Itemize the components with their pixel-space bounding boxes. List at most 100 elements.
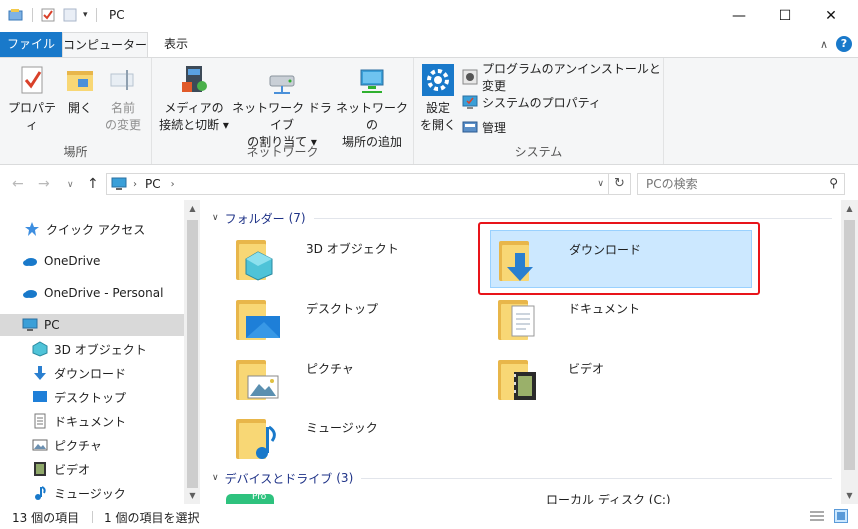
scroll-up-arrow-icon[interactable]: ▲ bbox=[841, 204, 858, 213]
address-box[interactable]: › PC › ∨ bbox=[106, 173, 609, 195]
folder-tile-pictures[interactable]: ピクチャ bbox=[228, 350, 490, 408]
group-count: (3) bbox=[336, 471, 354, 485]
group-header-devices[interactable]: ∨ デバイスとドライブ (3) bbox=[212, 469, 832, 487]
collapse-chevron-icon[interactable]: ∨ bbox=[212, 473, 219, 483]
3d-objects-folder-icon bbox=[234, 234, 282, 282]
nav-item-desktop[interactable]: デスクトップ bbox=[0, 386, 184, 408]
group-title: フォルダー bbox=[224, 211, 285, 226]
ribbon-group-system: 設定 を開く プログラムのアンインストールと変更 システムのプロパティ 管理 シ… bbox=[414, 58, 664, 164]
large-icons-view-icon[interactable] bbox=[834, 509, 848, 526]
content-scrollbar[interactable]: ▲ ▼ bbox=[841, 200, 858, 504]
explorer-app-icon[interactable] bbox=[8, 8, 24, 22]
drive-tile-partial[interactable]: Pro bbox=[226, 494, 274, 504]
folder-tile-3d-objects[interactable]: 3D オブジェクト bbox=[228, 230, 490, 288]
media-connect-button[interactable]: メディアの 接続と切断 ▾ bbox=[156, 64, 232, 134]
scroll-down-arrow-icon[interactable]: ▼ bbox=[184, 491, 201, 500]
nav-label: OneDrive - Personal bbox=[44, 286, 164, 300]
pictures-folder-icon bbox=[234, 354, 282, 402]
breadcrumb-chevron-icon[interactable]: › bbox=[171, 179, 175, 190]
status-bar: 13 個の項目 1 個の項目を選択 bbox=[0, 504, 858, 529]
system-properties-icon bbox=[462, 94, 478, 110]
properties-button[interactable]: プロパティ bbox=[6, 64, 58, 134]
selected-count: 1 個の項目を選択 bbox=[104, 511, 200, 525]
ribbon-tabs: ファイル コンピューター 表示 ∧ ? bbox=[0, 32, 858, 57]
close-icon: ✕ bbox=[825, 8, 837, 24]
scroll-up-arrow-icon[interactable]: ▲ bbox=[184, 204, 201, 213]
content-scrollbar-thumb[interactable] bbox=[844, 220, 855, 470]
nav-scrollbar[interactable]: ▲ ▼ bbox=[184, 200, 201, 504]
document-icon bbox=[32, 413, 48, 429]
breadcrumb-pc[interactable]: PC bbox=[145, 177, 161, 191]
minimize-button[interactable]: — bbox=[716, 0, 762, 32]
map-network-drive-button[interactable]: ネットワーク ドライブ の割り当て ▾ bbox=[232, 64, 332, 151]
nav-label: 3D オブジェクト bbox=[54, 342, 147, 357]
close-button[interactable]: ✕ bbox=[808, 0, 854, 32]
open-label: 開く bbox=[67, 101, 92, 115]
local-disk-partial-label[interactable]: ローカル ディスク (C:) bbox=[546, 494, 671, 504]
gear-icon bbox=[422, 64, 454, 96]
folder-tile-videos[interactable]: ビデオ bbox=[490, 350, 752, 408]
customize-qa-chevron-icon[interactable]: ▾ bbox=[83, 10, 88, 20]
open-folder-icon bbox=[64, 64, 96, 96]
back-arrow-icon[interactable]: ← bbox=[12, 176, 24, 192]
uninstall-programs-button[interactable]: プログラムのアンインストールと変更 bbox=[462, 62, 663, 93]
nav-label: ビデオ bbox=[54, 462, 91, 477]
search-box[interactable]: ⚲ bbox=[637, 173, 845, 195]
nav-item-onedrive-personal[interactable]: OneDrive - Personal bbox=[0, 282, 184, 304]
folder-tile-documents[interactable]: ドキュメント bbox=[490, 290, 752, 348]
nav-label: OneDrive bbox=[44, 254, 101, 268]
nav-item-onedrive[interactable]: OneDrive bbox=[0, 250, 184, 272]
forward-arrow-icon[interactable]: → bbox=[38, 176, 50, 192]
tab-computer[interactable]: コンピューター bbox=[62, 32, 148, 57]
tab-file[interactable]: ファイル bbox=[0, 32, 62, 57]
address-dropdown-chevron-icon[interactable]: ∨ bbox=[597, 179, 604, 189]
maximize-button[interactable]: ☐ bbox=[762, 0, 808, 32]
drive-badge: Pro bbox=[252, 494, 267, 502]
map-drive-label-line1: ネットワーク ドライブ bbox=[232, 101, 332, 132]
properties-label: プロパティ bbox=[7, 101, 56, 132]
folder-name: ピクチャ bbox=[306, 362, 354, 376]
manage-button[interactable]: 管理 bbox=[462, 116, 506, 138]
rename-button[interactable]: 名前 の変更 bbox=[100, 64, 146, 134]
nav-item-documents[interactable]: ドキュメント bbox=[0, 410, 184, 432]
folder-tile-music[interactable]: ミュージック bbox=[228, 409, 490, 467]
nav-item-quick-access[interactable]: クイック アクセス bbox=[0, 218, 184, 240]
search-input[interactable] bbox=[638, 174, 818, 194]
breadcrumb-separator-icon: › bbox=[133, 178, 137, 190]
folder-name: ミュージック bbox=[306, 421, 378, 435]
window-title: PC bbox=[109, 8, 125, 22]
collapse-ribbon-chevron-icon[interactable]: ∧ bbox=[820, 38, 828, 51]
media-label-line1: メディアの bbox=[164, 101, 224, 115]
nav-item-3d-objects[interactable]: 3D オブジェクト bbox=[0, 338, 184, 360]
minimize-icon: — bbox=[732, 8, 746, 24]
nav-scrollbar-thumb[interactable] bbox=[187, 220, 198, 488]
nav-label: ダウンロード bbox=[54, 366, 127, 381]
recent-locations-chevron-icon[interactable]: ∨ bbox=[67, 180, 74, 190]
videos-folder-icon bbox=[496, 354, 544, 402]
nav-item-downloads[interactable]: ダウンロード bbox=[0, 362, 184, 384]
cube-icon bbox=[32, 341, 48, 357]
search-icon[interactable]: ⚲ bbox=[829, 176, 838, 190]
nav-item-videos[interactable]: ビデオ bbox=[0, 458, 184, 480]
help-icon[interactable]: ? bbox=[836, 36, 852, 52]
properties-qa-icon[interactable] bbox=[41, 8, 55, 22]
folder-tile-desktop[interactable]: デスクトップ bbox=[228, 290, 490, 348]
address-bar-row: ← → ∨ ↑ › PC › ∨ ↻ ⚲ bbox=[0, 166, 858, 200]
refresh-icon[interactable]: ↻ bbox=[609, 173, 631, 195]
system-properties-button[interactable]: システムのプロパティ bbox=[462, 91, 601, 113]
qa-divider-2 bbox=[95, 8, 97, 22]
nav-item-music[interactable]: ミュージック bbox=[0, 482, 184, 504]
open-settings-button[interactable]: 設定 を開く bbox=[420, 64, 456, 134]
computer-icon bbox=[111, 177, 127, 191]
nav-label: ピクチャ bbox=[54, 438, 102, 453]
nav-item-pictures[interactable]: ピクチャ bbox=[0, 434, 184, 456]
scroll-down-arrow-icon[interactable]: ▼ bbox=[841, 491, 858, 500]
add-network-location-button[interactable]: ネットワークの 場所の追加 bbox=[334, 64, 410, 151]
nav-item-pc[interactable]: PC bbox=[0, 314, 184, 336]
collapse-chevron-icon[interactable]: ∨ bbox=[212, 213, 219, 223]
new-folder-qa-icon[interactable] bbox=[63, 8, 77, 22]
details-view-icon[interactable] bbox=[810, 510, 824, 525]
open-button[interactable]: 開く bbox=[62, 64, 98, 117]
tab-view[interactable]: 表示 bbox=[154, 32, 198, 57]
up-arrow-icon[interactable]: ↑ bbox=[87, 176, 99, 192]
